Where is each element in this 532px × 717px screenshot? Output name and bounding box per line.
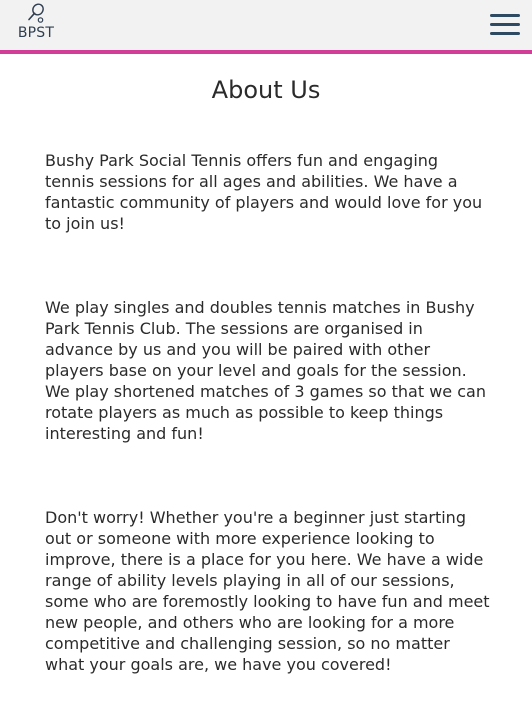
home-logo-link[interactable]: BPST (10, 2, 62, 48)
tennis-racket-icon (10, 2, 62, 24)
menu-bar-middle (490, 23, 520, 26)
menu-bar-bottom (490, 32, 520, 35)
sessions-paragraph: We play singles and doubles tennis match… (45, 298, 486, 443)
site-header: BPST (0, 0, 532, 54)
ability-paragraph: Don't worry! Whether you're a beginner j… (45, 508, 490, 674)
intro-paragraph: Bushy Park Social Tennis offers fun and … (45, 151, 483, 233)
page-title: About Us (211, 76, 321, 104)
logo-text: BPST (17, 25, 55, 41)
hamburger-menu-icon[interactable] (490, 13, 522, 37)
menu-bar-top (490, 14, 520, 17)
